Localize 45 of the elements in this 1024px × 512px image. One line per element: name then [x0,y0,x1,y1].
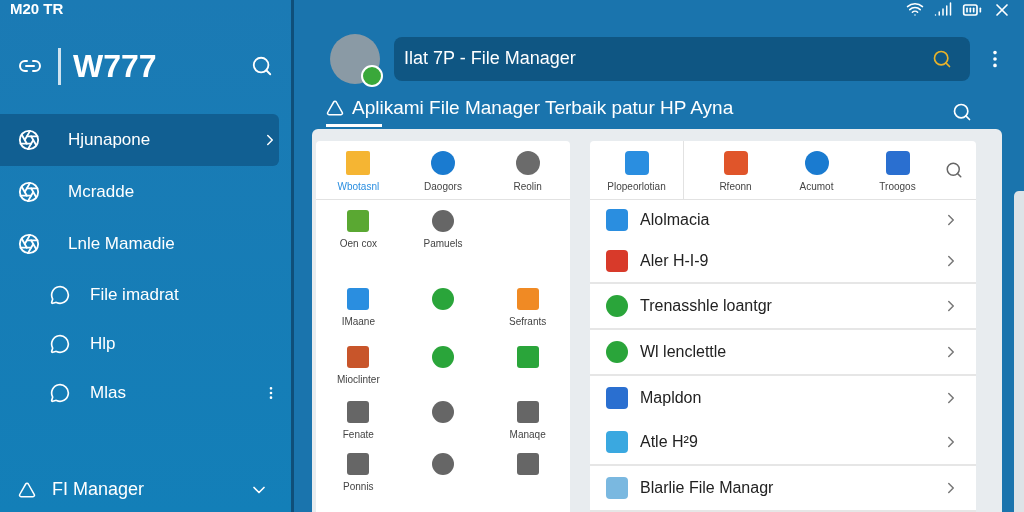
grid-item[interactable]: Reolin [485,141,570,199]
grid-item[interactable]: Manaqe [485,391,570,449]
chat-icon [50,382,70,403]
list-row[interactable]: Mapldon [590,376,976,420]
grid-item[interactable]: Oen cox [316,200,401,258]
search-bar[interactable]: Ilat 7P - File Manager [394,36,970,81]
sidebar-subitem[interactable]: Hlp [0,319,279,368]
list-row[interactable]: Aler H-I-9 [590,240,976,284]
avatar[interactable] [330,33,380,84]
search-icon[interactable] [932,48,952,69]
sidebar-subitem[interactable]: File imadrat [0,270,279,319]
grid-item[interactable]: Wbotasnl [316,141,401,199]
signal-icon [934,0,952,18]
grid-item[interactable]: Sefrants [485,278,570,336]
app-tile[interactable]: Plopeorlotian [590,141,684,199]
app-tile[interactable]: Troogos [860,141,935,199]
status-text: M20 TR [9,0,65,19]
sidebar-item[interactable]: Hjunapone [0,114,279,166]
footer-label: FI Manager [52,479,146,500]
app-title: W777 [58,47,235,85]
status-badge [361,64,383,87]
sidebar-subitem[interactable]: Mlas [0,368,279,417]
app-tile[interactable]: Rfeonn [698,141,773,199]
triangle-icon [326,99,344,118]
search-icon[interactable] [251,55,273,77]
tab[interactable]: Aplikami File Manager Terbaik patur HP Ayna [326,97,952,128]
list-row[interactable]: Trenasshle loantgr [590,284,976,330]
list-row[interactable]: Wl lenclettle [590,330,976,376]
search-icon[interactable] [945,161,963,179]
wifi-icon [906,0,924,18]
grid-item[interactable]: IMaane [316,278,401,336]
chat-icon [50,333,70,354]
scrollbar[interactable] [1014,191,1024,512]
search-icon[interactable] [952,102,972,123]
list-row[interactable]: Blarlie File Managr [590,466,976,512]
list-row[interactable]: Alolmacia [590,200,976,240]
grid-item[interactable]: Daogors [400,141,486,199]
sidebar-item[interactable]: Mcradde [0,166,279,218]
list-row[interactable]: Atle H²9 [590,420,976,466]
sidebar-item[interactable]: Lnle Mamadie [0,218,279,270]
grid-item[interactable]: Mioclinter [316,336,401,394]
search-field[interactable]: Ilat 7P - File Manager [402,47,932,71]
chat-icon [50,284,70,305]
grid-item[interactable]: Pamuels [400,200,486,258]
app-tile[interactable]: Acumot [779,141,854,199]
